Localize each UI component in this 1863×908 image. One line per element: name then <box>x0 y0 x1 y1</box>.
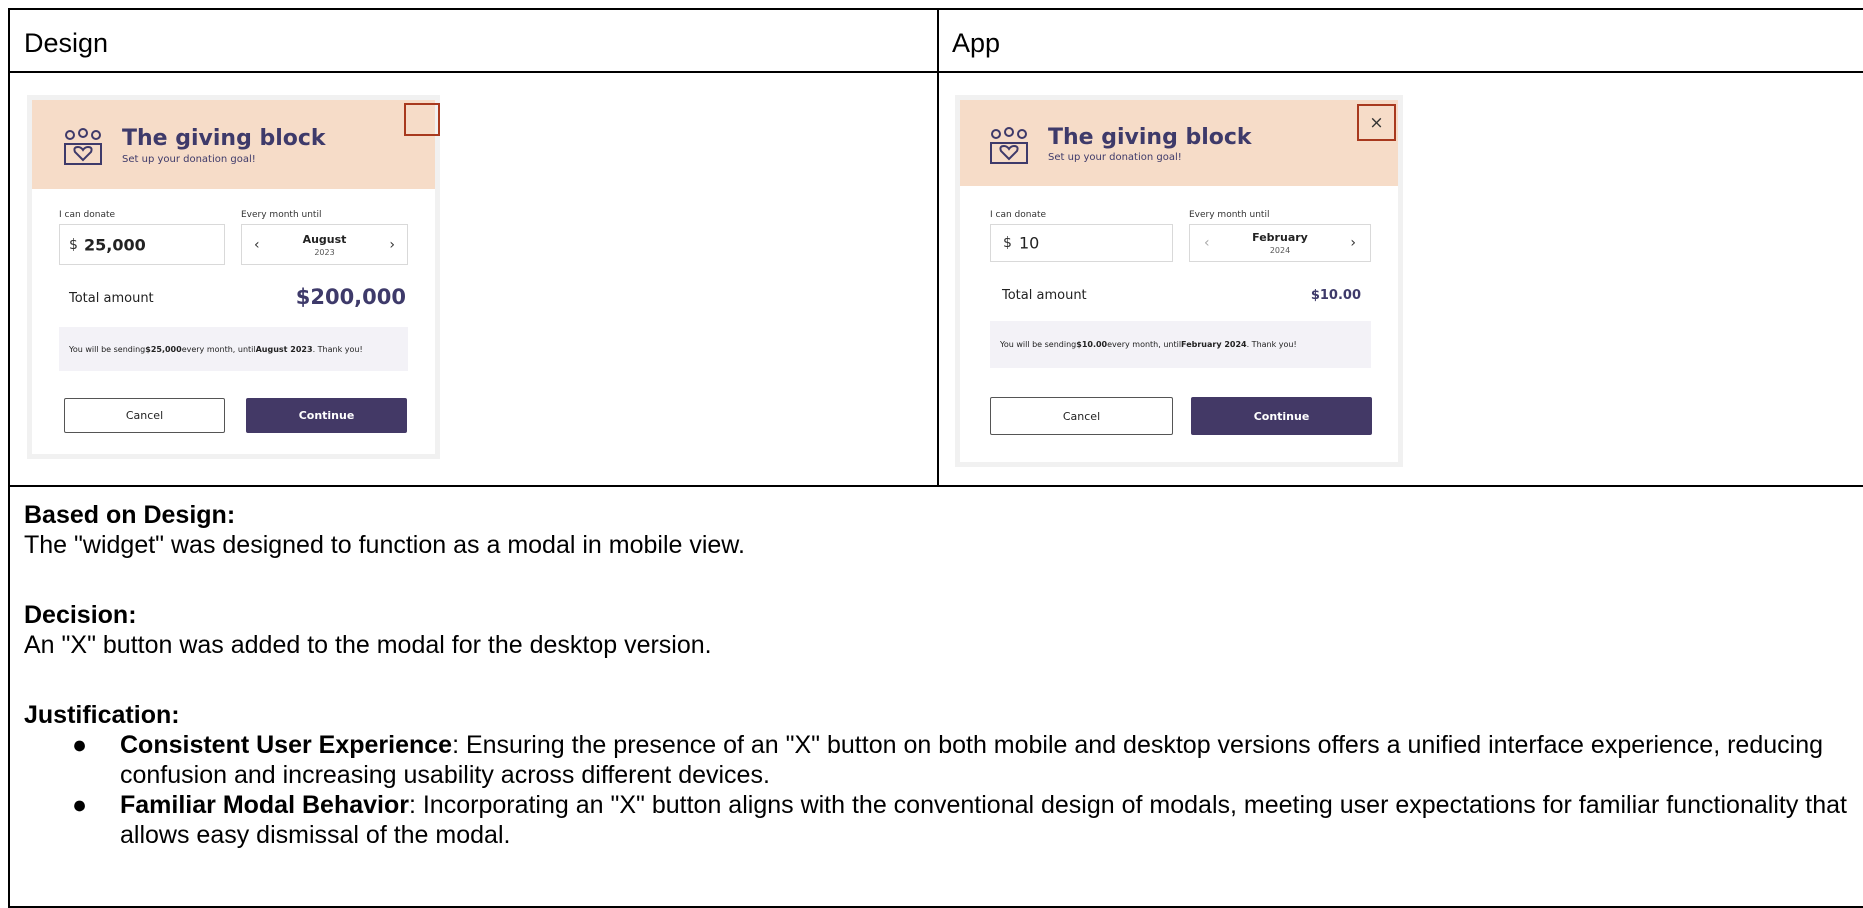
total-label: Total amount <box>69 291 154 306</box>
widget-header: The giving block Set up your donation go… <box>32 100 440 189</box>
decision-heading: Decision: <box>24 601 137 629</box>
cancel-button[interactable]: Cancel <box>990 397 1173 435</box>
msg-date: February 2024 <box>1181 340 1247 349</box>
msg-amount: $25,000 <box>145 344 182 354</box>
table-divider-column <box>937 8 939 487</box>
close-icon: × <box>1369 112 1384 133</box>
table-divider-header <box>8 71 1863 73</box>
continue-button[interactable]: Continue <box>246 398 407 433</box>
msg-prefix: You will be sending <box>69 344 146 354</box>
donation-amount-input[interactable]: $ 25,000 <box>59 224 225 265</box>
column-header-design: Design <box>24 28 109 58</box>
msg-mid: every month, until <box>1107 340 1182 349</box>
based-on-heading: Based on Design: <box>24 501 236 529</box>
summary-message: You will be sending $10.00 every month, … <box>990 321 1371 368</box>
month-year: 2023 <box>314 248 335 257</box>
app-widget: The giving block Set up your donation go… <box>955 95 1403 467</box>
month-selector[interactable]: ‹ August 2023 › <box>241 224 408 265</box>
msg-suffix: . Thank you! <box>1246 340 1297 349</box>
msg-prefix: You will be sending <box>1000 340 1077 349</box>
widget-subtitle: Set up your donation goal! <box>1048 152 1182 163</box>
total-value: $200,000 <box>295 285 406 309</box>
currency-symbol: $ <box>69 236 78 253</box>
msg-suffix: . Thank you! <box>312 344 363 354</box>
chevron-right-icon[interactable]: › <box>1350 235 1356 251</box>
list-item: ● Consistent User Experience: Ensuring th… <box>24 730 1854 790</box>
summary-message: You will be sending $25,000 every month,… <box>59 327 408 371</box>
month-year: 2024 <box>1269 246 1291 255</box>
until-label: Every month until <box>241 210 322 220</box>
based-on-text: The "widget" was designed to function as… <box>24 531 745 559</box>
justification-heading: Justification: <box>24 701 180 729</box>
until-label: Every month until <box>1189 210 1270 220</box>
bullet-icon: ● <box>72 791 88 819</box>
people-heart-icon <box>990 127 1028 164</box>
table-divider-body <box>8 485 1863 487</box>
close-button[interactable]: × <box>1357 104 1396 141</box>
notes-section: Based on Design: The "widget" was design… <box>24 500 1854 850</box>
bullet-icon: ● <box>72 731 88 759</box>
widget-subtitle: Set up your donation goal! <box>122 154 256 165</box>
month-name: August <box>302 233 347 246</box>
list-item: ● Familiar Modal Behavior: Incorporating … <box>24 790 1854 850</box>
currency-symbol: $ <box>1003 235 1012 251</box>
bullet-title: Familiar Modal Behavior <box>120 791 409 819</box>
column-header-app: App <box>952 28 1001 58</box>
design-widget: The giving block Set up your donation go… <box>27 95 440 459</box>
decision-text: An "X" button was added to the modal for… <box>24 631 712 659</box>
people-heart-icon <box>64 128 102 165</box>
bullet-title: Consistent User Experience <box>120 731 453 759</box>
cancel-button[interactable]: Cancel <box>64 398 225 433</box>
amount-value: 10 <box>1019 233 1040 253</box>
widget-title: The giving block <box>1048 125 1252 150</box>
widget-header: The giving block Set up your donation go… <box>960 100 1398 186</box>
donate-label: I can donate <box>59 210 116 220</box>
amount-value: 25,000 <box>84 235 146 254</box>
widget-title: The giving block <box>122 126 326 151</box>
month-name: February <box>1252 231 1308 244</box>
chevron-right-icon[interactable]: › <box>389 237 395 253</box>
total-value: $10.00 <box>1310 288 1361 303</box>
month-selector[interactable]: ‹ February 2024 › <box>1189 224 1371 262</box>
total-label: Total amount <box>1002 288 1087 303</box>
msg-amount: $10.00 <box>1076 340 1108 349</box>
msg-date: August 2023 <box>255 344 313 354</box>
close-button-placeholder[interactable] <box>404 103 440 136</box>
donate-label: I can donate <box>990 210 1047 220</box>
msg-mid: every month, until <box>181 344 256 354</box>
continue-button[interactable]: Continue <box>1191 397 1372 435</box>
donation-amount-input[interactable]: $ 10 <box>990 224 1173 262</box>
